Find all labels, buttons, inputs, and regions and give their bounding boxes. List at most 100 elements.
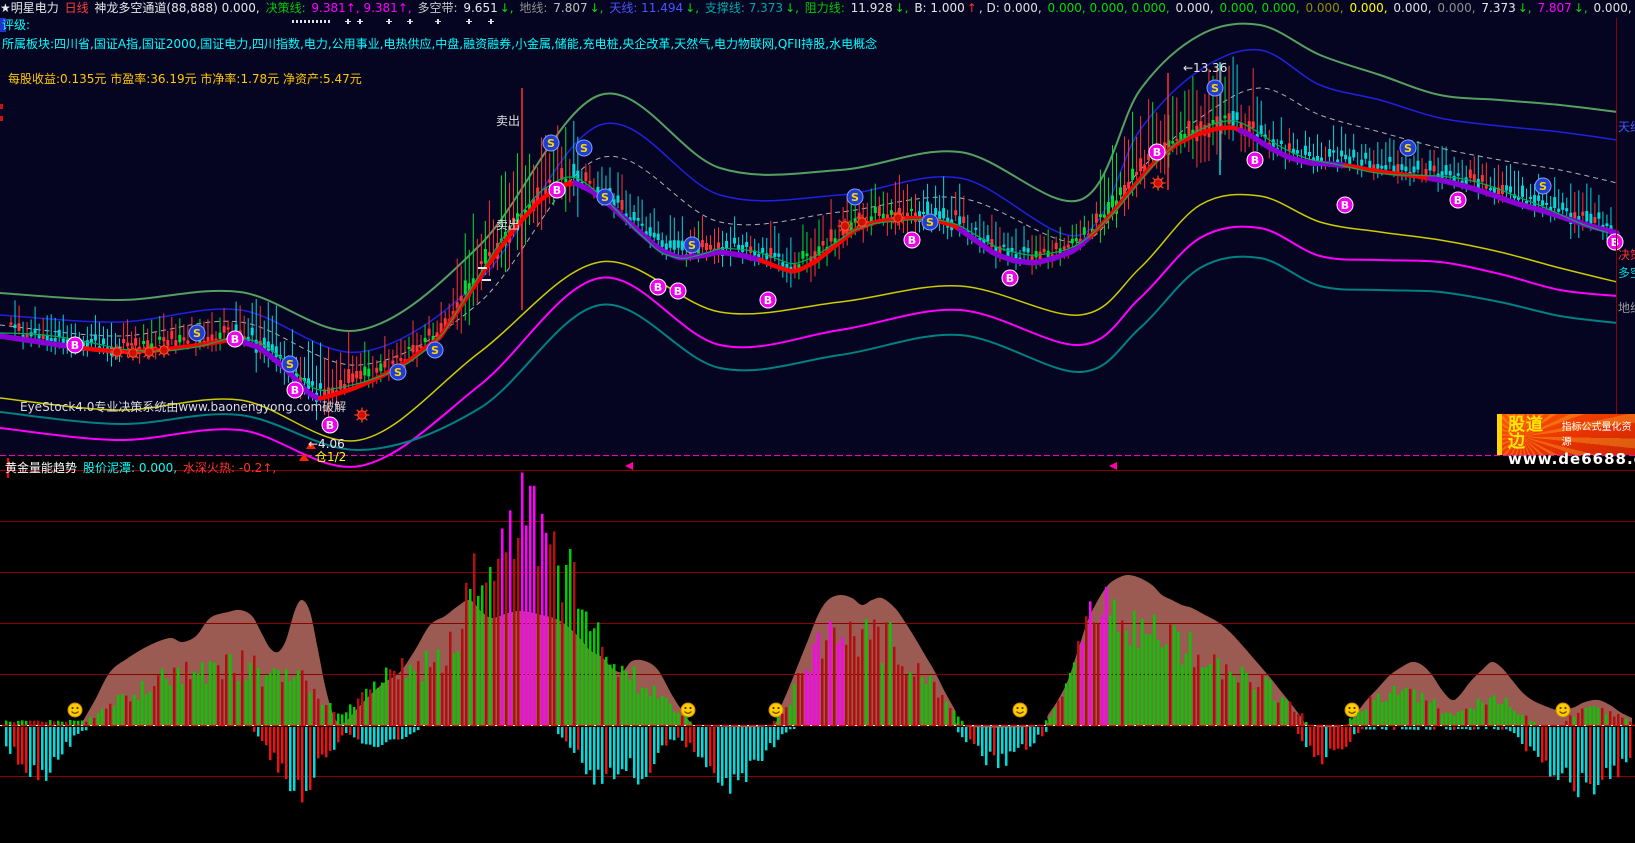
title-bar: ★明星电力 日线 神龙多空通道(88,888) 0.000, 决策线: 9.38… (0, 1, 1635, 17)
sun-signal-icon (126, 346, 141, 361)
svg-text:S: S (1404, 142, 1412, 155)
header-value: 0.000, (1305, 1, 1347, 15)
buy-signal-icon: B (549, 182, 565, 198)
sun-signal-icon (855, 215, 870, 230)
header-value: ↓, (590, 1, 608, 15)
header-value: 0.000, (1349, 1, 1391, 15)
header-value: 0.000, 0.000, (1593, 1, 1635, 15)
smiley-signal-icon (1556, 703, 1570, 717)
right-axis-label: 多空 (1618, 264, 1635, 281)
svg-text:S: S (580, 142, 588, 155)
sell-signal-icon: S (1207, 80, 1223, 96)
right-axis-label: 地线 (1618, 299, 1635, 316)
header-value: 地线: (519, 1, 551, 15)
finance-row: 每股收益:0.135元 市盈率:36.19元 市净率:1.78元 净资产:5.4… (8, 72, 362, 86)
trading-app-window: SSSSSSSSSSSSSBBBBBBBBBBBBBBB ★明星电力 日线 神龙… (0, 0, 1635, 843)
svg-text:B: B (654, 281, 662, 294)
buy-signal-icon: B (1002, 270, 1018, 286)
buy-signal-icon: B (287, 382, 303, 398)
svg-text:B: B (674, 285, 682, 298)
sector-row: 所属板块:四川省,国证A指,国证2000,国证电力,四川指数,电力,公用事业,电… (2, 37, 877, 51)
svg-text:B: B (291, 384, 299, 397)
chart-annotation: 仓1/2 (315, 448, 346, 465)
sell-signal-icon: S (1535, 178, 1551, 194)
smiley-signal-icon (769, 703, 783, 717)
svg-text:S: S (601, 191, 609, 204)
svg-text:B: B (71, 339, 79, 352)
header-value: 11.928 (851, 1, 893, 15)
header-value: ↓, (895, 1, 913, 15)
indicator-value: 黄金量能趋势 (5, 461, 77, 475)
sell-signal-icon: S (390, 364, 406, 380)
buy-signal-icon: B (227, 331, 243, 347)
sun-signal-icon (110, 345, 125, 360)
header-value: 0.000, 0.000, 0.000, (1048, 1, 1174, 15)
smiley-signal-icon (1013, 703, 1027, 717)
header-value: 日线 (65, 1, 93, 15)
indicator-value: 股价泥潭: 0.000, (83, 461, 177, 475)
buy-signal-icon: B (1149, 144, 1165, 160)
sell-signal-icon: S (576, 140, 592, 156)
ad-url: www.de6688.com (1508, 451, 1635, 468)
header-value: 天线: 11.494 (609, 1, 683, 15)
svg-text:S: S (431, 344, 439, 357)
buy-signal-icon: B (322, 417, 338, 433)
svg-text:B: B (231, 333, 239, 346)
smiley-signal-icon (681, 703, 695, 717)
buy-signal-icon: B (650, 279, 666, 295)
ad-title: 股道边 (1508, 417, 1558, 451)
header-value: 7.807 (1537, 1, 1571, 15)
header-value: ↓, (1574, 1, 1592, 15)
sun-signal-icon (142, 345, 157, 360)
header-value: ★明星电力 (0, 1, 63, 15)
rating-row: 评级: (2, 18, 30, 32)
sun-signal-icon (838, 219, 853, 234)
sell-signal-icon: S (847, 189, 863, 205)
svg-text:S: S (394, 366, 402, 379)
svg-text:B: B (1454, 194, 1462, 207)
buy-signal-icon: B (670, 283, 686, 299)
svg-text:B: B (764, 294, 772, 307)
header-value: B: 1.000 (914, 1, 964, 15)
header-value: 7.807 (553, 1, 587, 15)
sun-signal-icon (355, 408, 370, 423)
svg-text:S: S (1211, 82, 1219, 95)
svg-text:B: B (1153, 146, 1161, 159)
watermark-text: EyeStock4.0专业决策系统由www.baonengyong.com破解 (20, 400, 346, 414)
svg-text:S: S (1539, 180, 1547, 193)
right-axis-label: 决策 (1618, 246, 1635, 263)
ad-subtitle: 指标公式量化资源 (1562, 418, 1635, 448)
sun-signal-icon (1151, 176, 1166, 191)
svg-text:B: B (908, 234, 916, 247)
svg-text:B: B (1006, 272, 1014, 285)
buy-signal-icon: B (1450, 192, 1466, 208)
svg-text:B: B (553, 184, 561, 197)
sun-signal-icon (891, 211, 906, 226)
price-and-indicator-chart[interactable]: SSSSSSSSSSSSSBBBBBBBBBBBBBBB (0, 0, 1635, 843)
indicator-value: 水深火热: -0.2↑, (183, 461, 276, 475)
header-value: 0.000, (1393, 1, 1435, 15)
svg-text:S: S (193, 327, 201, 340)
buy-signal-icon: B (1337, 197, 1353, 213)
smiley-signal-icon (68, 703, 82, 717)
header-value: 9.381↑, 9.381↑, (311, 1, 415, 15)
header-value: 决策线: (266, 1, 310, 15)
svg-text:S: S (688, 239, 696, 252)
chart-annotation: ←13.36 (1183, 61, 1227, 75)
sell-signal-icon: S (543, 135, 559, 151)
header-value: 7.373 (1481, 1, 1515, 15)
svg-text:S: S (926, 216, 934, 229)
header-value: , D: 0.000, (979, 1, 1046, 15)
svg-text:B: B (1251, 154, 1259, 167)
header-value: ↓, (785, 1, 803, 15)
buy-signal-icon: B (904, 232, 920, 248)
buy-signal-icon: B (760, 292, 776, 308)
buy-signal-icon: B (67, 337, 83, 353)
sell-signal-icon: S (1400, 140, 1416, 156)
chart-annotation: 卖出 (496, 216, 520, 233)
smiley-signal-icon (1345, 703, 1359, 717)
header-value: ↓, (1518, 1, 1536, 15)
gudaobian-ad-badge[interactable]: 股道边 指标公式量化资源 www.de6688.com (1497, 414, 1635, 455)
buy-signal-icon: B (1247, 152, 1263, 168)
svg-text:B: B (1341, 199, 1349, 212)
